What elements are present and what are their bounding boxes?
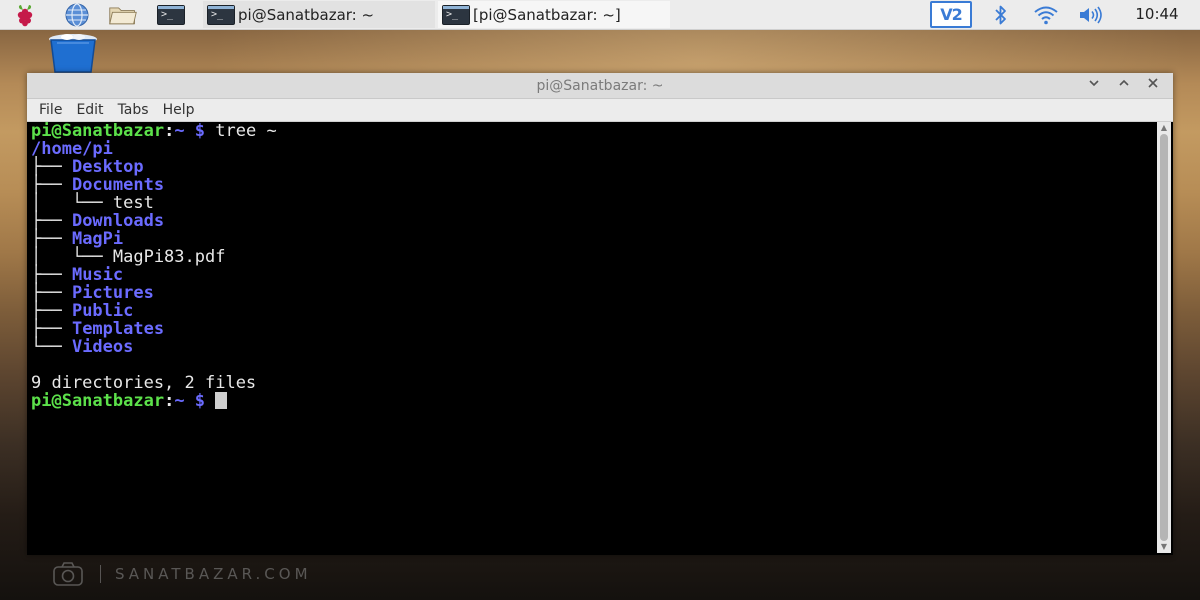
watermark-text: SANATBAZAR.COM xyxy=(115,565,312,583)
file-manager-icon[interactable] xyxy=(108,2,138,28)
vertical-scrollbar[interactable]: ▲ ▼ xyxy=(1157,122,1171,553)
terminal-text: Templates xyxy=(71,319,165,339)
raspberry-menu-icon[interactable] xyxy=(10,2,40,28)
minimize-button[interactable] xyxy=(1083,76,1105,96)
scroll-down-icon[interactable]: ▼ xyxy=(1157,541,1171,553)
maximize-button[interactable] xyxy=(1113,76,1135,96)
terminal-text: Public xyxy=(71,301,134,321)
terminal-line: pi@Sanatbazar:~ $ xyxy=(29,392,1155,410)
terminal-line: ├── Downloads xyxy=(29,212,1155,230)
terminal-text: ├── xyxy=(31,319,72,339)
text-cursor xyxy=(215,392,228,409)
terminal-line: ├── MagPi xyxy=(29,230,1155,248)
terminal-output[interactable]: pi@Sanatbazar:~ $ tree ~/home/pi ├── Desk… xyxy=(29,122,1155,553)
terminal-text: pi@Sanatbazar xyxy=(31,391,165,411)
terminal-line: ├── Music xyxy=(29,266,1155,284)
task-button-label: [pi@Sanatbazar: ~] xyxy=(473,5,621,24)
terminal-text: ├── xyxy=(31,157,72,177)
menu-bar: File Edit Tabs Help xyxy=(27,99,1173,122)
watermark-divider xyxy=(100,565,101,583)
camera-icon xyxy=(53,562,83,586)
clock[interactable]: 10:44 xyxy=(1122,0,1192,29)
task-button-terminal-1[interactable]: >_ pi@Sanatbazar: ~ xyxy=(203,1,435,28)
terminal-text: MagPi xyxy=(71,229,124,249)
chevron-down-icon xyxy=(1089,80,1099,87)
bluetooth-icon[interactable] xyxy=(988,3,1014,27)
scroll-up-icon[interactable]: ▲ xyxy=(1157,122,1171,134)
terminal-line: ├── Desktop xyxy=(29,158,1155,176)
terminal-text: │ └── MagPi83.pdf xyxy=(31,247,226,267)
terminal-icon: >_ xyxy=(442,4,470,25)
terminal-text: ├── xyxy=(31,283,72,303)
terminal-text: Documents xyxy=(71,175,165,195)
terminal-text: : xyxy=(164,122,175,141)
terminal-line: /home/pi xyxy=(29,140,1155,158)
terminal-icon: >_ xyxy=(157,5,185,25)
terminal-line: ├── Pictures xyxy=(29,284,1155,302)
terminal-text: ├── xyxy=(31,265,72,285)
scroll-thumb[interactable] xyxy=(1160,134,1168,541)
menu-file[interactable]: File xyxy=(32,100,69,121)
taskbar: >_ >_ pi@Sanatbazar: ~ >_ [pi@Sanatbazar… xyxy=(0,0,1200,30)
close-icon xyxy=(1148,78,1158,88)
window-title: pi@Sanatbazar: ~ xyxy=(536,78,664,94)
window-titlebar[interactable]: pi@Sanatbazar: ~ xyxy=(27,73,1173,99)
terminal-text: Downloads xyxy=(71,211,165,231)
menu-edit[interactable]: Edit xyxy=(69,100,110,121)
wifi-icon[interactable] xyxy=(1033,3,1059,27)
terminal-line: pi@Sanatbazar:~ $ tree ~ xyxy=(29,122,1155,140)
chevron-up-icon xyxy=(1119,79,1129,86)
terminal-text: /home/pi xyxy=(31,139,113,159)
task-button-terminal-2[interactable]: >_ [pi@Sanatbazar: ~] xyxy=(438,1,670,28)
terminal-text: ├── xyxy=(31,229,72,249)
terminal-text: Videos xyxy=(71,337,134,357)
terminal-text: Desktop xyxy=(71,157,144,177)
terminal-text: │ └── test xyxy=(31,193,154,213)
terminal-text: ~ $ xyxy=(174,391,206,411)
terminal-text: ├── xyxy=(31,301,72,321)
menu-tabs[interactable]: Tabs xyxy=(111,100,156,121)
terminal-text: └── xyxy=(31,337,72,357)
terminal-text: tree ~ xyxy=(205,122,277,141)
terminal-launcher-icon[interactable]: >_ xyxy=(154,2,188,28)
terminal-text: ~ $ xyxy=(174,122,206,141)
terminal-text: 9 directories, 2 files xyxy=(31,373,257,393)
trash-icon[interactable] xyxy=(47,33,99,73)
terminal-line: ├── Templates xyxy=(29,320,1155,338)
terminal-text: Pictures xyxy=(71,283,154,303)
task-button-label: pi@Sanatbazar: ~ xyxy=(238,5,375,24)
terminal-text: : xyxy=(164,391,175,411)
terminal-icon: >_ xyxy=(207,4,235,25)
terminal-line: ├── Public xyxy=(29,302,1155,320)
terminal-line: 9 directories, 2 files xyxy=(29,374,1155,392)
terminal-line: ├── Documents xyxy=(29,176,1155,194)
terminal-line: │ └── test xyxy=(29,194,1155,212)
terminal-line: │ └── MagPi83.pdf xyxy=(29,248,1155,266)
terminal-window: pi@Sanatbazar: ~ File Edit Tabs Help pi@… xyxy=(27,73,1173,555)
menu-help[interactable]: Help xyxy=(156,100,202,121)
vnc-server-icon[interactable]: V2 xyxy=(930,1,972,28)
web-browser-icon[interactable] xyxy=(62,2,92,28)
terminal-text: Music xyxy=(71,265,124,285)
terminal-line: └── Videos xyxy=(29,338,1155,356)
close-button[interactable] xyxy=(1142,76,1164,96)
terminal-text: ├── xyxy=(31,211,72,231)
watermark: SANATBAZAR.COM xyxy=(52,560,312,588)
volume-icon[interactable] xyxy=(1076,3,1106,27)
terminal-text: ├── xyxy=(31,175,72,195)
